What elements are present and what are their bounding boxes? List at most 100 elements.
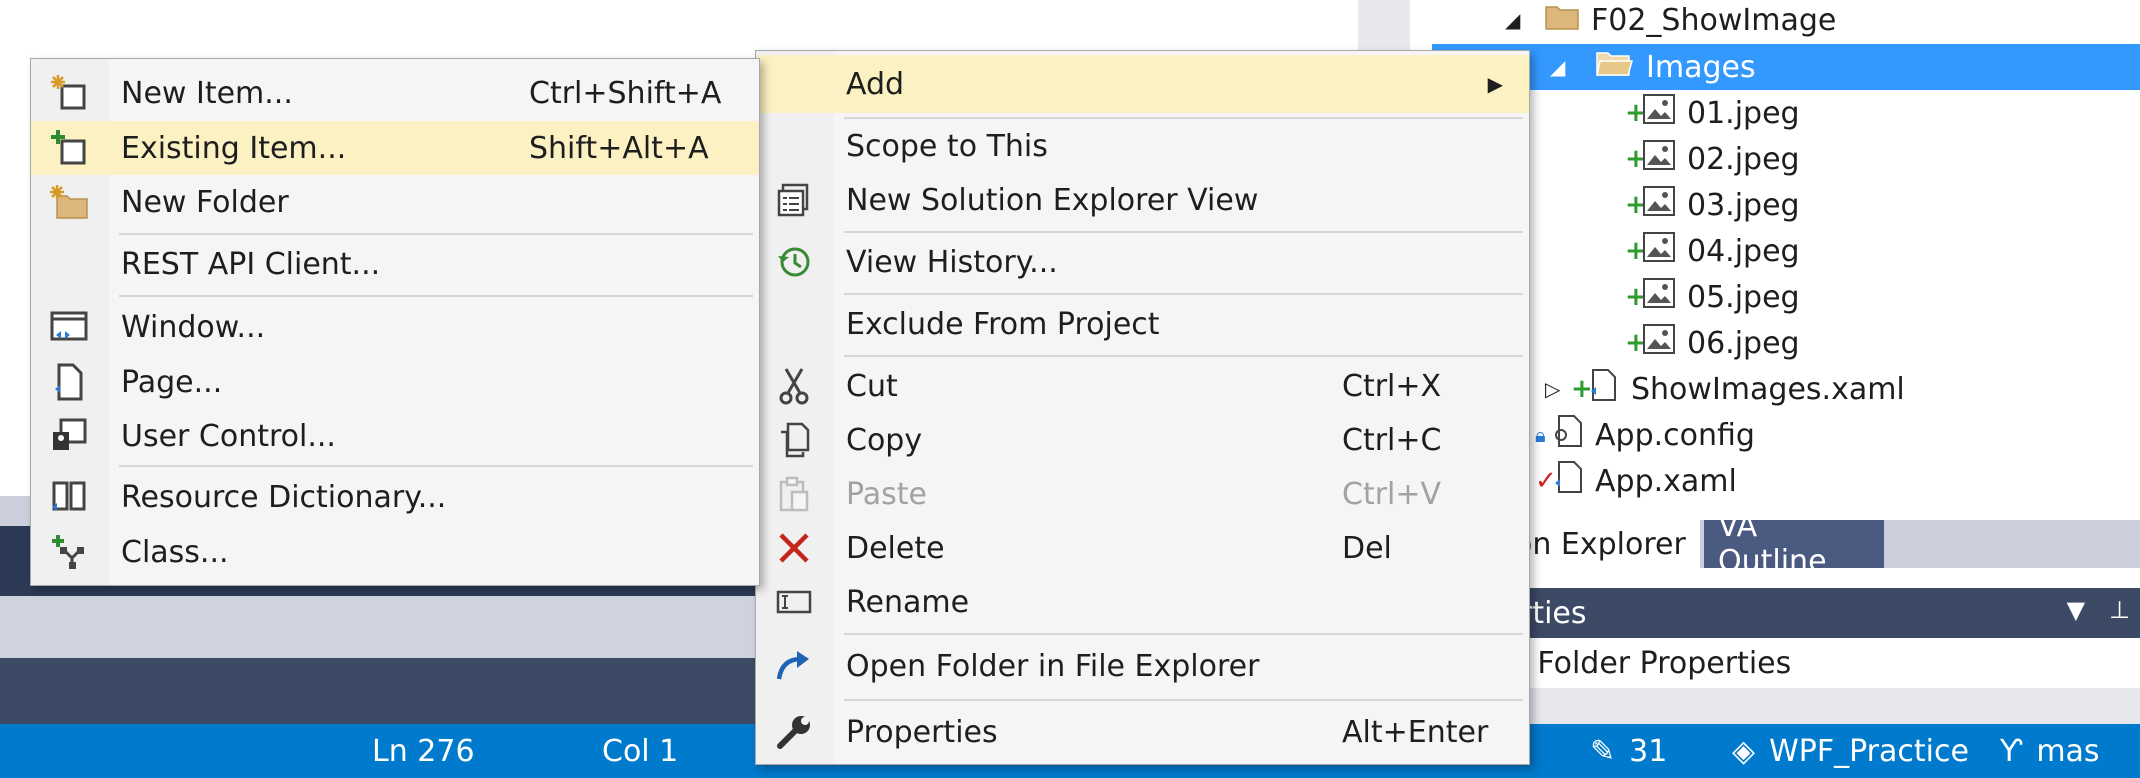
menu-item-shortcut: Alt+Enter — [1342, 714, 1489, 750]
expand-arrow-icon[interactable]: ▷ — [1545, 377, 1571, 401]
tree-item-images-folder[interactable]: ◢ Images — [1432, 44, 2140, 90]
properties-object-selector[interactable]: s Folder Properties — [1500, 638, 2140, 688]
image-file-icon — [1643, 278, 1675, 316]
tree-item-file[interactable]: ▷ + ShowImages.xaml — [1545, 366, 1905, 412]
tree-item-label: App.config — [1595, 417, 1755, 453]
folder-open-icon — [1596, 48, 1634, 86]
status-branch[interactable]: Ƴ mas — [2000, 724, 2100, 778]
history-icon — [774, 242, 814, 282]
menu-item-label: Add — [846, 66, 905, 102]
lock-icon: 🔒︎ — [1535, 423, 1546, 447]
git-added-icon: + — [1625, 190, 1647, 220]
properties-window-header: rties ▼ ⊥ — [1500, 588, 2140, 638]
tree-item-label: 03.jpeg — [1687, 187, 1800, 223]
repository-icon: ◈ — [1732, 733, 1756, 769]
menu-item-new-item[interactable]: New Item... Ctrl+Shift+A — [31, 65, 759, 121]
tree-item-label: ShowImages.xaml — [1631, 371, 1905, 407]
add-submenu: New Item... Ctrl+Shift+A Existing Item..… — [30, 58, 760, 586]
pencil-icon: ✎ — [1590, 733, 1616, 769]
git-modified-icon: ✓ — [1535, 466, 1557, 496]
existing-item-icon — [49, 128, 89, 168]
image-file-icon — [1643, 186, 1675, 224]
menu-item-paste[interactable]: Paste Ctrl+V — [756, 467, 1529, 521]
menu-item-page[interactable]: Page... — [31, 355, 759, 409]
menu-item-properties[interactable]: Properties Alt+Enter — [756, 703, 1529, 761]
menu-separator — [844, 633, 1523, 635]
tree-item-label: Images — [1646, 49, 1756, 85]
menu-item-rename[interactable]: Rename — [756, 575, 1529, 629]
tab-va-outline[interactable]: VA Outline — [1704, 509, 1884, 579]
menu-item-label: Properties — [846, 714, 998, 750]
collapse-arrow-icon[interactable]: ◢ — [1505, 8, 1531, 32]
dropdown-icon[interactable]: ▼ — [2067, 596, 2085, 624]
status-repository[interactable]: ◈ WPF_Practice — [1732, 724, 1969, 778]
menu-item-existing-item[interactable]: Existing Item... Shift+Alt+A — [31, 121, 759, 175]
tree-item-file[interactable]: ✓ App.xaml — [1535, 458, 1737, 504]
menu-separator — [119, 233, 753, 235]
git-added-icon: + — [1571, 374, 1593, 404]
menu-item-new-folder[interactable]: New Folder — [31, 175, 759, 229]
menu-item-copy[interactable]: Copy Ctrl+C — [756, 413, 1529, 467]
menu-item-label: Copy — [846, 422, 923, 458]
menu-item-scope-to-this[interactable]: Scope to This — [756, 121, 1529, 171]
menu-item-new-solution-explorer-view[interactable]: New Solution Explorer View — [756, 173, 1529, 227]
menu-item-shortcut: Del — [1342, 530, 1392, 566]
tree-item-project[interactable]: ◢ F02_ShowImage — [1505, 0, 1836, 43]
menu-item-rest-api-client[interactable]: REST API Client... — [31, 237, 759, 291]
new-item-icon — [49, 73, 89, 113]
menu-item-shortcut: Ctrl+Shift+A — [529, 75, 722, 111]
menu-item-add[interactable]: Add ▶ — [756, 55, 1529, 113]
xaml-file-icon — [1589, 369, 1619, 409]
menu-item-view-history[interactable]: View History... — [756, 235, 1529, 289]
tree-item-file[interactable]: + 02.jpeg — [1625, 136, 1800, 182]
menu-item-label: New Folder — [121, 184, 289, 220]
tree-item-label: 06.jpeg — [1687, 325, 1800, 361]
tree-item-file[interactable]: + 04.jpeg — [1625, 228, 1800, 274]
menu-separator — [844, 293, 1523, 295]
menu-item-user-control[interactable]: User Control... — [31, 409, 759, 463]
menu-item-label: Page... — [121, 364, 223, 400]
class-icon — [49, 532, 89, 572]
paste-icon — [774, 474, 814, 514]
tree-item-file[interactable]: 🔒︎ App.config — [1535, 412, 1755, 458]
tree-item-file[interactable]: + 03.jpeg — [1625, 182, 1800, 228]
image-file-icon — [1643, 232, 1675, 270]
menu-item-label: New Item... — [121, 75, 293, 111]
git-added-icon: + — [1625, 282, 1647, 312]
collapse-arrow-icon[interactable]: ◢ — [1550, 55, 1576, 79]
tree-item-file[interactable]: + 05.jpeg — [1625, 274, 1800, 320]
menu-separator — [119, 295, 753, 297]
menu-item-exclude-from-project[interactable]: Exclude From Project — [756, 297, 1529, 351]
window-icon — [49, 307, 89, 347]
menu-item-open-folder[interactable]: Open Folder in File Explorer — [756, 637, 1529, 695]
menu-separator — [844, 231, 1523, 233]
menu-item-label: Scope to This — [846, 128, 1048, 164]
menu-item-window[interactable]: Window... — [31, 299, 759, 355]
properties-object-type: Folder Properties — [1537, 645, 1792, 681]
status-column[interactable]: Col 1 — [602, 724, 678, 778]
menu-item-label: New Solution Explorer View — [846, 182, 1259, 218]
pin-icon[interactable]: ⊥ — [2109, 596, 2130, 624]
menu-item-label: Cut — [846, 368, 898, 404]
menu-item-label: Resource Dictionary... — [121, 479, 447, 515]
status-changes[interactable]: ✎ 31 — [1590, 724, 1667, 778]
git-added-icon: + — [1625, 144, 1647, 174]
menu-item-label: Open Folder in File Explorer — [846, 648, 1260, 684]
properties-toolbar — [1500, 688, 2140, 724]
delete-x-icon — [774, 528, 814, 568]
menu-item-shortcut: Ctrl+C — [1342, 422, 1442, 458]
tree-item-file[interactable]: + 06.jpeg — [1625, 320, 1800, 366]
menu-item-delete[interactable]: Delete Del — [756, 521, 1529, 575]
menu-item-label: REST API Client... — [121, 246, 381, 282]
config-file-icon — [1553, 415, 1583, 455]
status-line[interactable]: Ln 276 — [372, 724, 475, 778]
menu-item-resource-dictionary[interactable]: Resource Dictionary... — [31, 469, 759, 525]
tree-item-file[interactable]: + 01.jpeg — [1625, 90, 1800, 136]
image-file-icon — [1643, 94, 1675, 132]
tab-solution-explorer[interactable]: on Explorer — [1500, 520, 1700, 568]
menu-item-class[interactable]: Class... — [31, 525, 759, 579]
menu-item-label: Paste — [846, 476, 927, 512]
menu-item-cut[interactable]: Cut Ctrl+X — [756, 359, 1529, 413]
menu-item-shortcut: Ctrl+X — [1342, 368, 1442, 404]
menu-item-shortcut: Ctrl+V — [1342, 476, 1442, 512]
